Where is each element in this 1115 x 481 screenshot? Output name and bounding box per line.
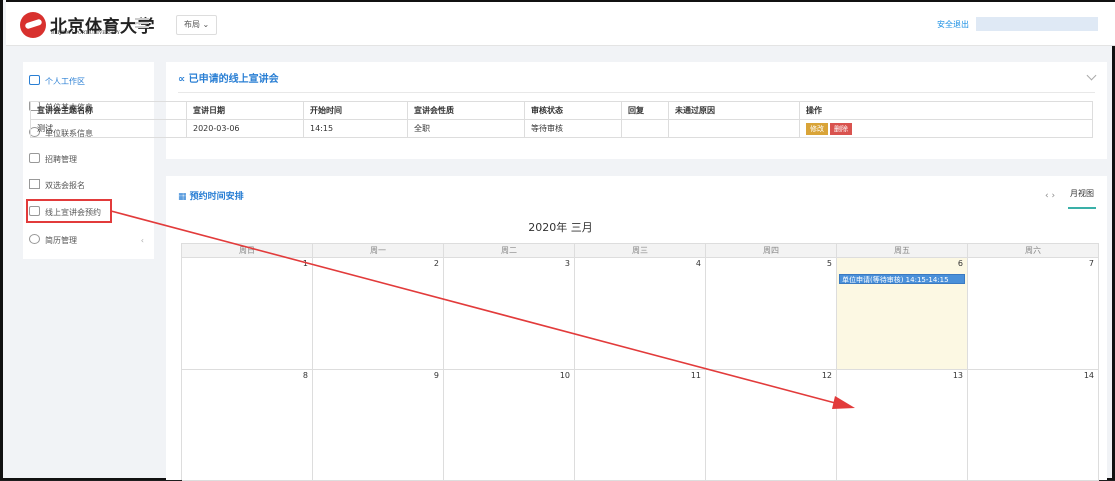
top-navbar: 北京体育大学 BEIJING SPORT UNIVERSITY 布局 ⌄ 安全退…	[6, 0, 1115, 46]
panel-title: ▦ 预约时间安排	[178, 192, 244, 202]
day-number: 12	[821, 371, 832, 380]
column-header: 操作	[799, 101, 1093, 120]
applications-table: 宣讲会主题名称 宣讲日期 开始时间 宣讲会性质 审核状态 回复 未通过原因 操作…	[30, 101, 1093, 138]
user-info-redacted	[976, 17, 1098, 31]
calendar-day-cell-today[interactable]: 6 单位申请(等待审核) 14:15-14:15	[837, 258, 968, 370]
edit-button[interactable]: 修改	[806, 122, 828, 135]
layout-dropdown-button[interactable]: 布局 ⌄	[176, 15, 218, 35]
sidebar-item-workspace[interactable]: 个人工作区	[23, 69, 154, 95]
day-number: 9	[433, 371, 439, 380]
sidebar-item-label: 招聘管理	[45, 155, 77, 164]
panel-title: ∝ 已申请的线上宣讲会	[178, 74, 279, 85]
day-number: 6	[957, 259, 963, 268]
sidebar-item-recruitment[interactable]: 招聘管理	[23, 147, 154, 173]
logo-english-name: BEIJING SPORT UNIVERSITY	[51, 31, 120, 36]
panel-divider	[178, 92, 1095, 93]
cell-name: 测试	[30, 119, 187, 138]
weekday-header: 周六	[968, 244, 1099, 258]
column-header: 回复	[621, 101, 669, 120]
calendar-grid: 周日 周一 周二 周三 周四 周五 周六 1 2 3 4 5 6 单位申请(等待…	[181, 243, 1099, 481]
calendar-day-cell[interactable]: 3	[444, 258, 575, 370]
column-header: 未通过原因	[668, 101, 800, 120]
delete-button[interactable]: 删除	[830, 122, 852, 135]
cell-reply	[621, 119, 669, 138]
weekday-header: 周二	[444, 244, 575, 258]
column-header: 审核状态	[524, 101, 622, 120]
weekday-header: 周五	[837, 244, 968, 258]
column-header: 宣讲会主题名称	[30, 101, 187, 120]
calendar-event[interactable]: 单位申请(等待审核) 14:15-14:15	[839, 274, 965, 284]
gear-icon	[29, 234, 40, 244]
day-number: 4	[695, 259, 701, 268]
calendar-day-cell[interactable]: 11	[575, 370, 706, 481]
calendar-day-cell[interactable]: 12	[706, 370, 837, 481]
calendar-day-cell[interactable]: 8	[182, 370, 313, 481]
day-number: 11	[690, 371, 701, 380]
flag-icon	[29, 179, 40, 189]
day-number: 10	[559, 371, 570, 380]
active-tab-underline	[1068, 207, 1096, 209]
calendar-month-title: 2020年 三月	[528, 221, 593, 234]
calendar-day-cell[interactable]: 10	[444, 370, 575, 481]
day-number: 14	[1083, 371, 1094, 380]
logo-emblem-icon	[20, 12, 46, 38]
column-header: 宣讲会性质	[407, 101, 525, 120]
calendar-day-cell[interactable]: 9	[313, 370, 444, 481]
sidebar-item-label: 双选会报名	[45, 181, 85, 190]
calendar-day-cell[interactable]: 13	[837, 370, 968, 481]
month-view-tab[interactable]: 月视图	[1070, 188, 1094, 199]
day-number: 5	[826, 259, 832, 268]
collapse-chevron-icon[interactable]	[1086, 70, 1097, 81]
calendar-day-cell[interactable]: 1	[182, 258, 313, 370]
cell-reason	[668, 119, 800, 138]
weekday-header: 周三	[575, 244, 706, 258]
table-header-row: 宣讲会主题名称 宣讲日期 开始时间 宣讲会性质 审核状态 回复 未通过原因 操作	[30, 101, 1093, 120]
day-number: 2	[433, 259, 439, 268]
weekday-header: 周日	[182, 244, 313, 258]
cell-date: 2020-03-06	[186, 119, 304, 138]
sidebar-item-label: 简历管理	[45, 236, 77, 245]
calendar-day-cell[interactable]: 4	[575, 258, 706, 370]
day-number: 13	[952, 371, 963, 380]
logout-link[interactable]: 安全退出	[937, 19, 969, 30]
weekday-header: 周四	[706, 244, 837, 258]
column-header: 开始时间	[303, 101, 408, 120]
calendar-day-cell[interactable]: 7	[968, 258, 1099, 370]
calendar-prev-next-buttons[interactable]: ‹ ›	[1045, 191, 1055, 201]
calendar-day-cell[interactable]: 5	[706, 258, 837, 370]
cell-status: 等待审核	[524, 119, 622, 138]
day-number: 8	[302, 371, 308, 380]
calendar-day-cell[interactable]: 2	[313, 258, 444, 370]
day-number: 7	[1088, 259, 1094, 268]
page-frame: 北京体育大学 BEIJING SPORT UNIVERSITY 布局 ⌄ 安全退…	[0, 0, 1115, 481]
edit-icon	[29, 153, 40, 163]
sidebar-item-label: 个人工作区	[45, 77, 85, 86]
column-header: 宣讲日期	[186, 101, 304, 120]
menu-toggle-icon[interactable]	[135, 18, 149, 28]
home-icon	[29, 75, 40, 85]
weekday-header: 周一	[313, 244, 444, 258]
cell-time: 14:15	[303, 119, 408, 138]
table-row: 测试 2020-03-06 14:15 全职 等待审核 修改 删除	[30, 119, 1093, 138]
day-number: 3	[564, 259, 570, 268]
university-logo[interactable]: 北京体育大学 BEIJING SPORT UNIVERSITY	[20, 12, 155, 38]
sidebar-item-job-fair[interactable]: 双选会报名	[23, 173, 154, 199]
cell-type: 全职	[407, 119, 525, 138]
day-number: 1	[302, 259, 308, 268]
cell-actions: 修改 删除	[799, 119, 1093, 138]
calendar-day-cell[interactable]: 14	[968, 370, 1099, 481]
